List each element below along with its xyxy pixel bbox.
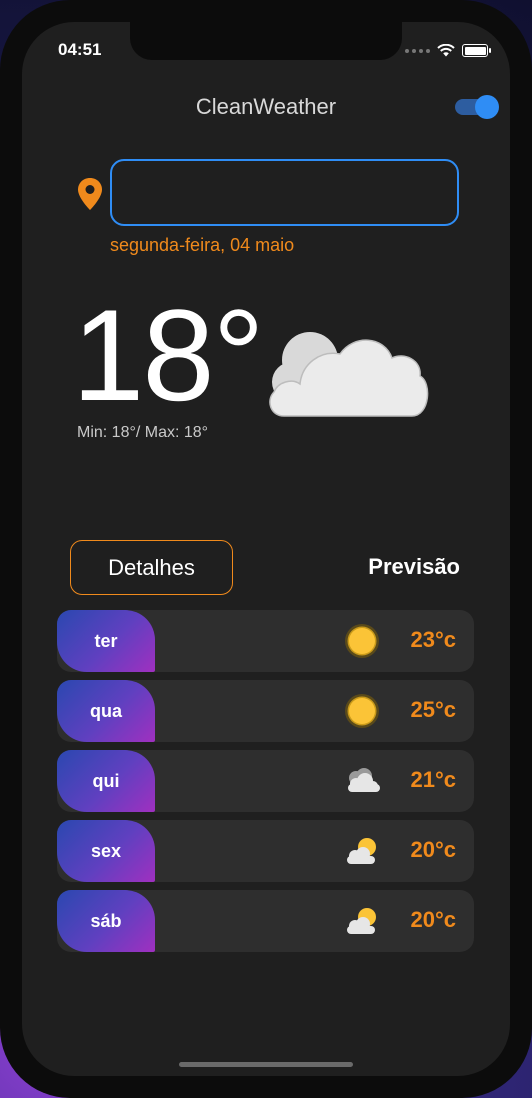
location-pin-icon [78,178,102,210]
partly-cloudy-icon [347,838,376,864]
forecast-temperature: 20°c [410,837,456,862]
notch [130,22,402,60]
location-input[interactable] [110,159,459,226]
forecast-temperature: 21°c [410,767,456,792]
min-max-temperature: Min: 18°/ Max: 18° [77,424,209,441]
forecast-row[interactable]: sex 20°c [57,820,474,882]
sun-icon [345,694,379,728]
forecast-row[interactable]: qua 25°c [57,680,474,742]
cloudy-icon [269,332,429,417]
forecast-temperature: 23°c [410,627,456,652]
current-date: segunda-feira, 04 maio [110,235,295,255]
forecast-row[interactable]: qui 21°c [57,750,474,812]
phone-frame: 04:51 CleanWeather segunda-feira, 04 mai… [0,0,532,1098]
forecast-day: qui [57,750,155,812]
sun-icon [345,624,379,658]
forecast-day: ter [57,610,155,672]
forecast-row[interactable]: ter 23°c [57,610,474,672]
current-temperature: 18° [72,282,265,428]
home-indicator[interactable] [179,1062,353,1067]
forecast-tab[interactable]: Previsão [368,554,460,580]
cloud-icon [348,768,380,792]
forecast-day: qua [57,680,155,742]
wifi-icon [437,44,455,57]
signal-icon [405,48,430,53]
forecast-temperature: 25°c [410,697,456,722]
status-icons [405,44,491,57]
app-screen: 04:51 CleanWeather segunda-feira, 04 mai… [22,22,510,1076]
partly-cloudy-icon [347,908,376,934]
forecast-row[interactable]: sáb 20°c [57,890,474,952]
forecast-temperature: 20°c [410,907,456,932]
status-time: 04:51 [58,40,102,59]
app-title: CleanWeather [195,94,337,119]
details-tab[interactable]: Detalhes [70,540,233,595]
forecast-day: sex [57,820,155,882]
battery-icon [462,44,491,57]
theme-toggle[interactable] [455,95,499,119]
forecast-day: sáb [57,890,155,952]
